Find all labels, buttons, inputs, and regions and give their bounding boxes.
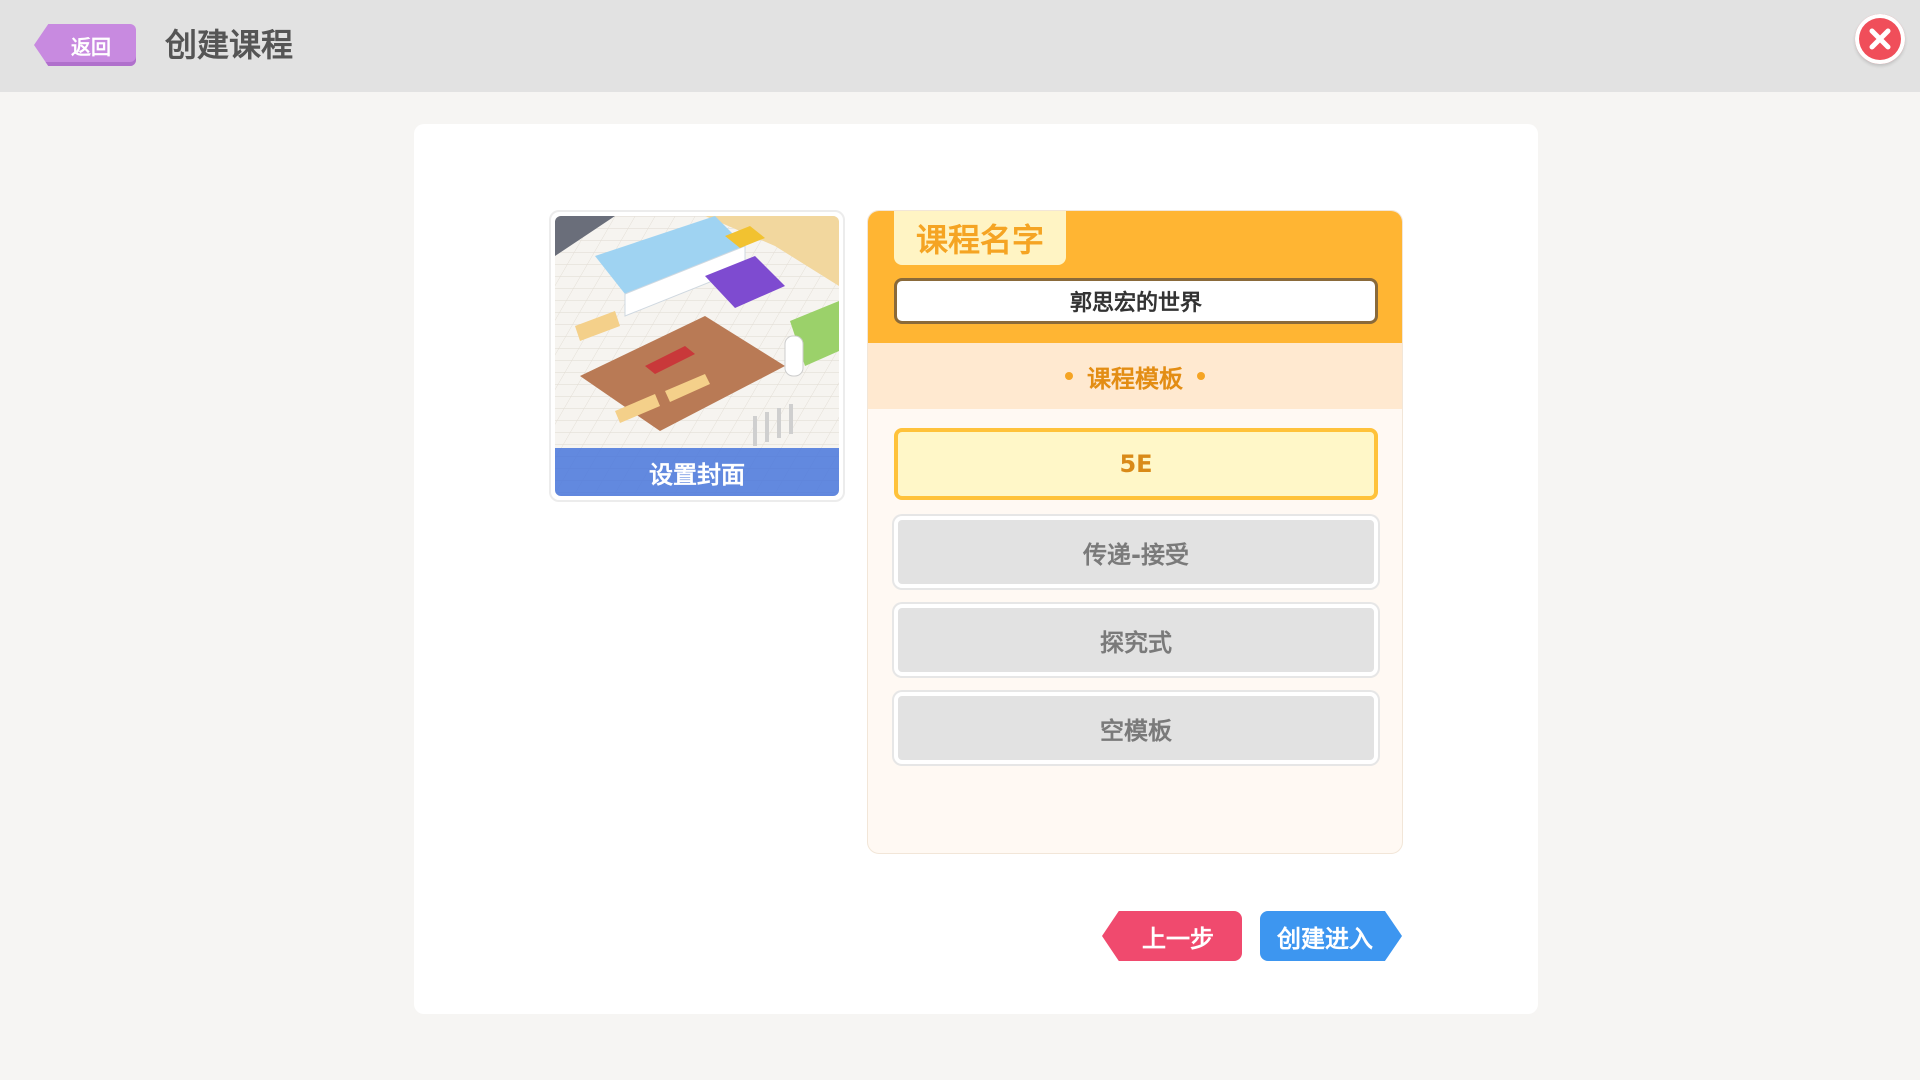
- close-button[interactable]: [1855, 14, 1905, 64]
- top-bar-zigzag-edge: [0, 78, 1920, 92]
- template-option-label: 传递-接受: [1083, 540, 1189, 569]
- template-option-5e[interactable]: 5E: [894, 428, 1378, 500]
- bullet-dot: [1197, 372, 1205, 380]
- cover-picker[interactable]: 设置封面: [549, 210, 845, 502]
- create-and-enter-button[interactable]: 创建进入: [1260, 911, 1402, 961]
- create-and-enter-label: 创建进入: [1277, 924, 1373, 953]
- template-option-label: 空模板: [1100, 716, 1172, 745]
- template-heading-label: 课程模板: [1087, 364, 1183, 393]
- template-option-label: 5E: [1119, 450, 1153, 478]
- close-icon: [1869, 28, 1891, 50]
- page-title: 创建课程: [165, 26, 294, 64]
- template-option-transfer-accept[interactable]: 传递-接受: [894, 516, 1378, 588]
- template-option-inquiry[interactable]: 探究式: [894, 604, 1378, 676]
- previous-step-button[interactable]: 上一步: [1102, 911, 1242, 961]
- bullet-dot: [1065, 372, 1073, 380]
- previous-step-label: 上一步: [1142, 924, 1214, 953]
- back-button-label: 返回: [71, 34, 111, 59]
- course-name-input[interactable]: [894, 278, 1378, 324]
- cover-caption: 设置封面: [555, 448, 839, 496]
- template-heading: 课程模板: [868, 343, 1402, 409]
- course-name-tab: 课程名字: [894, 211, 1066, 265]
- template-option-empty[interactable]: 空模板: [894, 692, 1378, 764]
- template-option-label: 探究式: [1100, 628, 1172, 657]
- back-button[interactable]: 返回: [34, 24, 136, 66]
- cover-image: 设置封面: [555, 216, 839, 496]
- course-settings-panel: 课程名字 课程模板 5E 传递-接受 探究式 空模板: [867, 210, 1403, 854]
